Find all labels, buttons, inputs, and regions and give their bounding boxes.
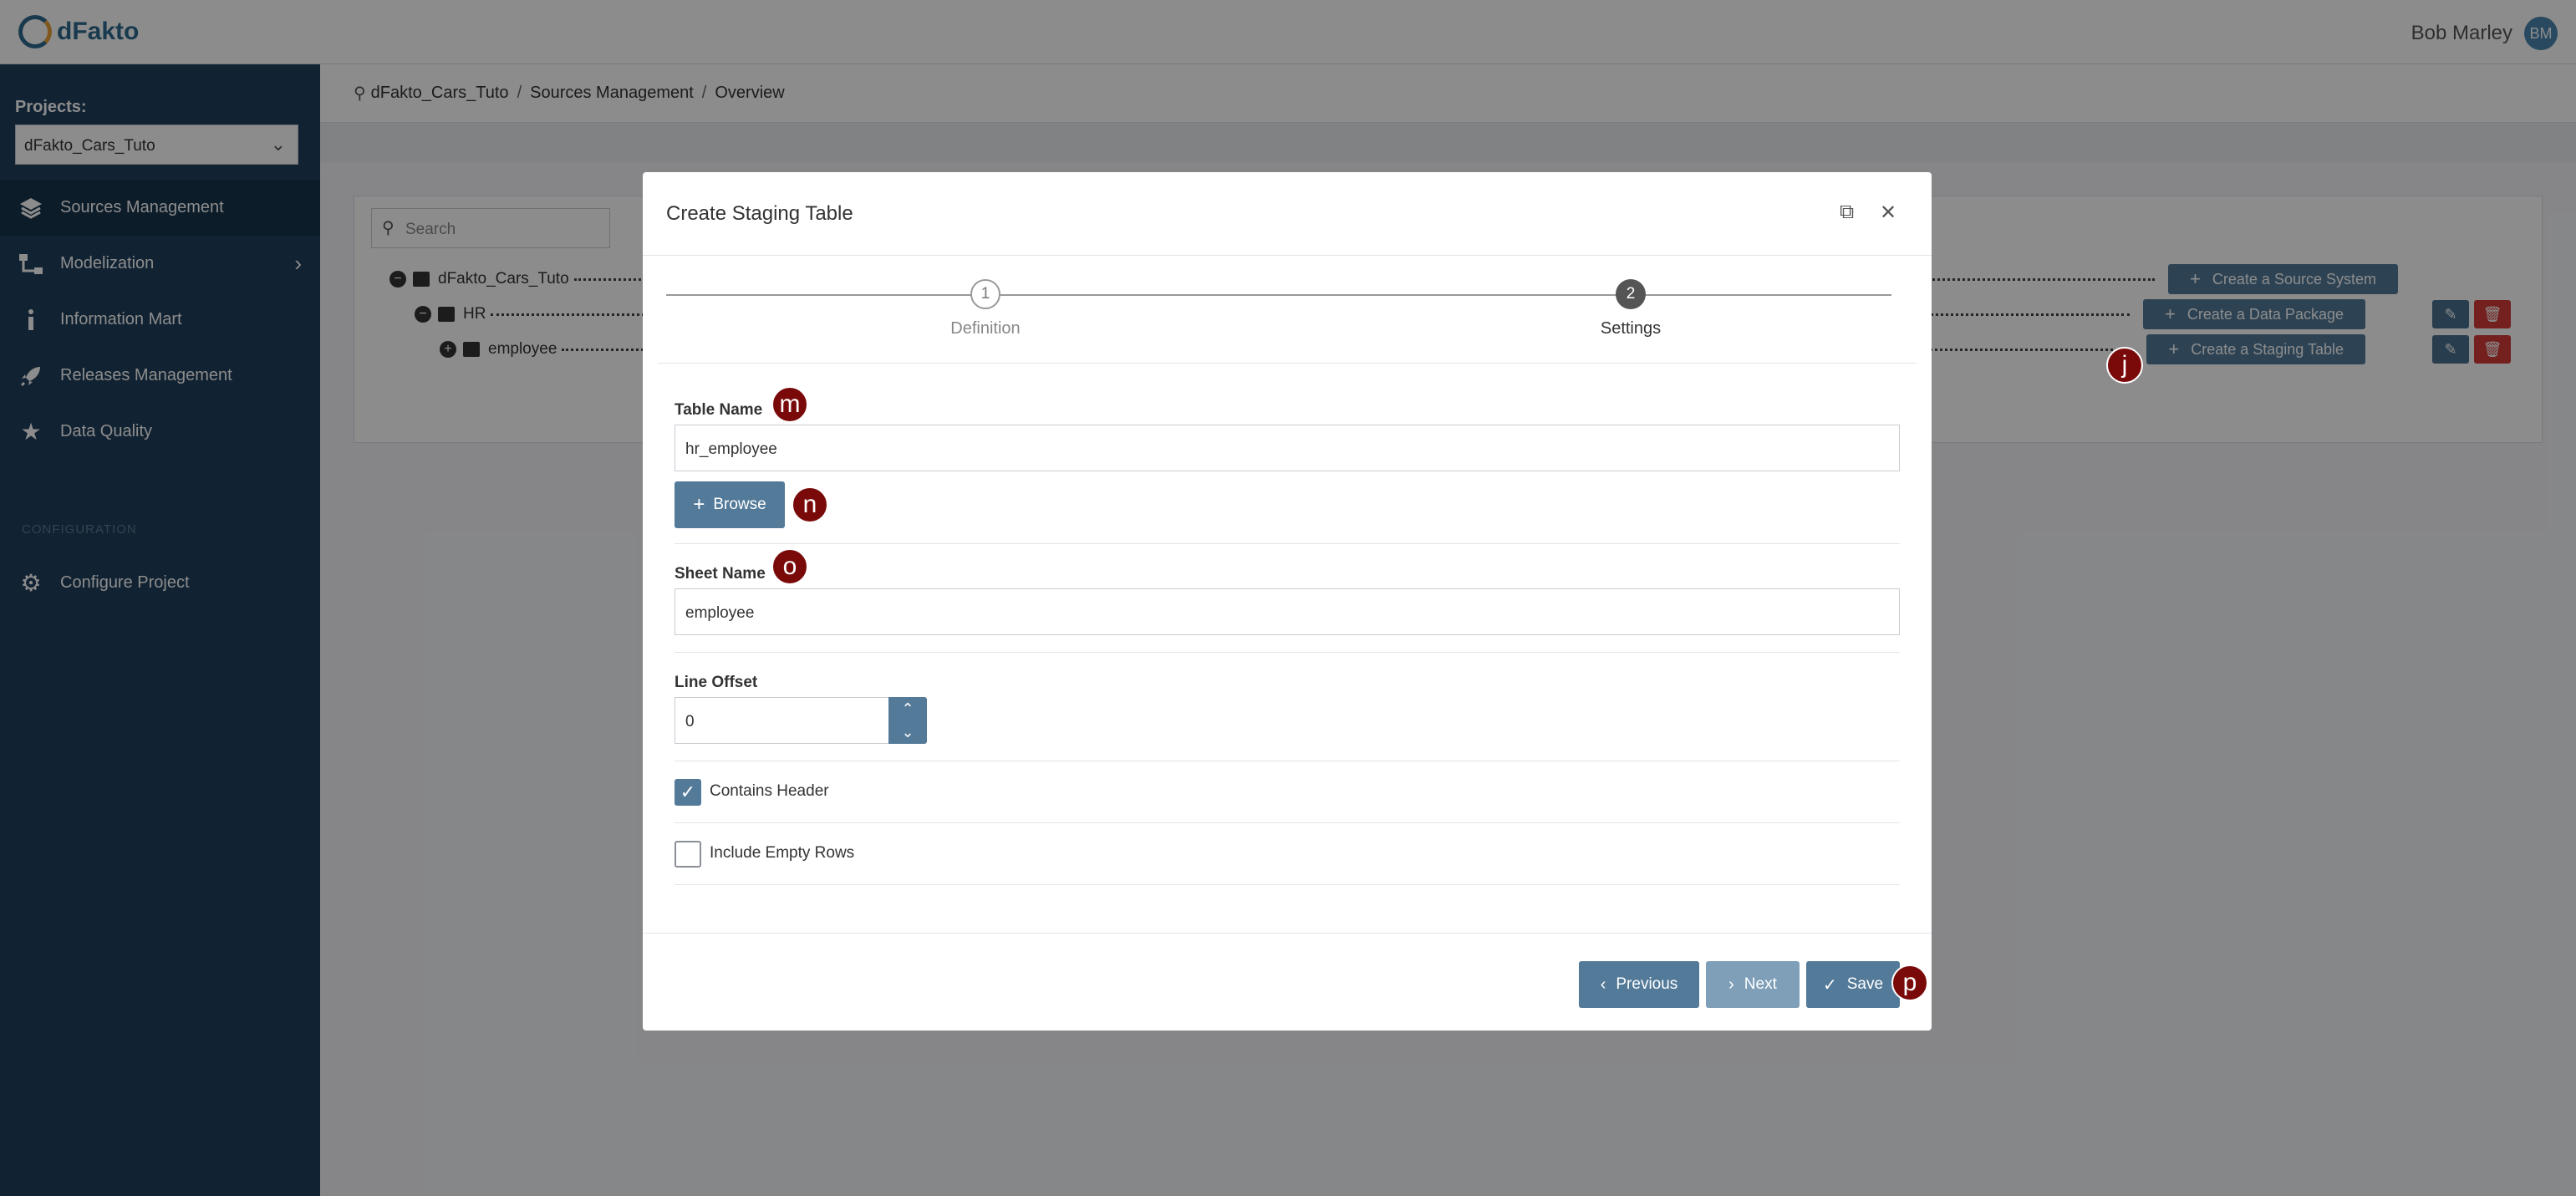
check-icon: ✓ <box>1822 975 1837 995</box>
annotation-marker-p: p <box>1891 964 1928 1001</box>
sheet-name-input[interactable]: employee <box>675 588 1900 635</box>
button-label: Next <box>1744 975 1777 993</box>
chevron-up-icon[interactable]: ⌃ <box>888 697 927 720</box>
plus-icon: + <box>693 493 705 516</box>
annotation-marker-o: o <box>771 548 808 585</box>
button-label: Previous <box>1616 975 1678 993</box>
chevron-down-icon[interactable]: ⌄ <box>888 720 927 744</box>
step-number: 1 <box>970 279 1000 309</box>
line-offset-stepper: ⌃ ⌄ <box>888 697 927 744</box>
annotation-marker-m: m <box>771 386 808 423</box>
chevron-left-icon: ‹ <box>1600 975 1606 994</box>
chevron-right-icon: › <box>1728 975 1734 994</box>
line-offset-input[interactable]: 0 <box>675 697 890 744</box>
close-icon[interactable]: ✕ <box>1880 201 1896 225</box>
include-empty-rows-label[interactable]: Include Empty Rows <box>710 844 854 863</box>
wizard-stepper: 1 Definition 2 Settings <box>666 274 1891 349</box>
modal-title: Create Staging Table <box>666 202 853 225</box>
sheet-name-label: Sheet Name <box>675 565 766 583</box>
table-name-label: Table Name <box>675 401 763 419</box>
button-label: Save <box>1846 975 1884 993</box>
table-name-input[interactable]: hr_employee <box>675 425 1900 471</box>
step-label: Definition <box>950 319 1021 338</box>
divider <box>675 822 1900 823</box>
previous-button[interactable]: ‹ Previous <box>1579 961 1699 1008</box>
line-offset-label: Line Offset <box>675 674 758 691</box>
step-settings[interactable]: 2 Settings <box>1547 279 1714 338</box>
step-label: Settings <box>1600 319 1662 338</box>
create-staging-table-dialog: Create Staging Table ⧉ ✕ 1 Definition 2 … <box>643 172 1932 1031</box>
browse-button[interactable]: + Browse <box>675 481 785 528</box>
button-label: Browse <box>713 496 766 513</box>
step-definition[interactable]: 1 Definition <box>902 279 1069 338</box>
contains-header-checkbox[interactable]: ✓ <box>675 779 701 806</box>
annotation-marker-n: n <box>792 486 828 523</box>
divider <box>658 363 1917 364</box>
divider <box>675 884 1900 885</box>
divider <box>675 652 1900 653</box>
save-button[interactable]: ✓ Save <box>1806 961 1900 1008</box>
expand-icon[interactable]: ⧉ <box>1840 201 1854 224</box>
next-button[interactable]: › Next <box>1706 961 1800 1008</box>
modal-header: Create Staging Table ⧉ ✕ <box>643 172 1932 256</box>
check-icon: ✓ <box>680 781 696 802</box>
contains-header-label[interactable]: Contains Header <box>710 782 829 801</box>
divider <box>675 543 1900 544</box>
step-number: 2 <box>1616 279 1646 309</box>
include-empty-rows-checkbox[interactable] <box>675 841 701 868</box>
modal-footer-divider <box>643 933 1932 934</box>
annotation-marker-j: j <box>2106 347 2143 384</box>
